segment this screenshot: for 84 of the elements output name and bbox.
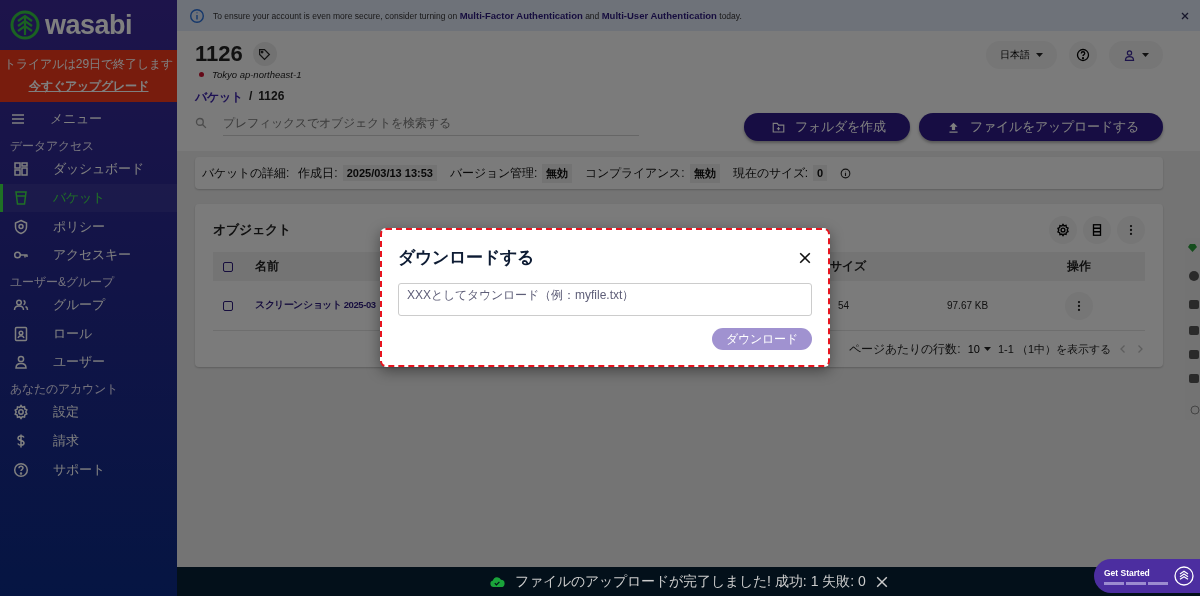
trial-message: トライアルは29日で終了します [3, 56, 174, 73]
detail-value: 無効 [542, 163, 573, 183]
column-header: 名前 [255, 258, 279, 275]
flag-icon [199, 72, 204, 77]
details-label: バケットの詳細: [202, 164, 290, 182]
sidebar-item[interactable]: ポリシー [0, 212, 177, 242]
upload-file-button[interactable]: ファイルをアップロードする [919, 113, 1163, 141]
sidebar-item[interactable]: サポート [0, 455, 177, 484]
person-icon [1123, 48, 1136, 62]
detail-label: 現在のサイズ: [732, 164, 808, 182]
sidebar-item[interactable]: ロール [0, 319, 177, 349]
table-cell-text: 97.67 KB [947, 300, 990, 311]
detail-label: 作成日: [298, 164, 338, 182]
detail-value: 0 [812, 165, 828, 181]
bucket-title: 1126 [195, 41, 243, 67]
sidebar-item[interactable]: 請求 [0, 426, 177, 456]
section-heading: データアクセス [9, 138, 95, 155]
caret-icon [983, 347, 991, 351]
breadcrumb-separator: / [249, 89, 253, 105]
help-button[interactable] [1069, 41, 1097, 69]
search-icon [195, 117, 207, 129]
shield-icon [13, 218, 29, 235]
id-badge-icon [13, 325, 29, 342]
upgrade-link[interactable]: 今すぐアップグレード [28, 78, 149, 95]
language-dropdown[interactable]: 日本語 [986, 41, 1057, 69]
get-started-button[interactable]: Get Started [1094, 559, 1200, 593]
create-folder-button[interactable]: フォルダを作成 [744, 113, 910, 141]
detail-label: コンプライアンス: [585, 164, 685, 182]
detail-label: バージョン管理: [449, 164, 538, 182]
caret-icon [1142, 53, 1149, 57]
account-menu[interactable] [1109, 41, 1163, 69]
breadcrumb-current: 1126 [258, 89, 285, 105]
mfa-link[interactable]: Multi-Factor Authentication [459, 10, 583, 21]
close-button[interactable] [798, 250, 812, 265]
dashboard-icon [13, 161, 29, 178]
detail-value: 無効 [689, 163, 720, 183]
column-header: サイズ [830, 258, 866, 275]
bucket-icon [13, 190, 29, 207]
page-range: 1-1 （1中）を表示する [997, 341, 1111, 357]
section-heading: あなたのアカウント [9, 380, 119, 398]
help-icon [13, 461, 29, 478]
dialog-title: ダウンロードする [398, 247, 534, 269]
sidebar-item[interactable]: ダッシュボード [0, 155, 177, 184]
column-header: 操作 [1067, 258, 1091, 275]
list-icon [1090, 223, 1104, 237]
section-heading: ユーザー&グループ [9, 273, 116, 291]
rows-per-page-dropdown[interactable]: 10 [965, 343, 993, 355]
upload-icon [947, 120, 960, 134]
progress-segments-icon [1104, 581, 1168, 585]
close-icon [799, 251, 811, 264]
select-all-checkbox[interactable] [223, 261, 233, 272]
menu-toggle[interactable]: メニュー [0, 104, 177, 134]
gear-icon [13, 404, 29, 421]
close-icon[interactable] [1180, 10, 1190, 21]
toast-message: ファイルのアップロードが完了しました! 成功: 1 失敗: 0 [515, 572, 866, 591]
card-title: オブジェクト [213, 221, 291, 239]
sidebar-item[interactable]: アクセスキー [0, 241, 177, 270]
sidebar-item[interactable]: グループ [0, 290, 177, 320]
columns-button[interactable] [1083, 216, 1111, 244]
tag-icon [258, 47, 272, 61]
mua-link[interactable]: Multi-User Authentication [601, 10, 717, 21]
info-icon[interactable] [840, 167, 852, 179]
person-icon [13, 354, 29, 371]
folder-plus-icon [772, 120, 785, 134]
detail-value: 2025/03/13 13:53 [342, 165, 437, 181]
info-icon [189, 7, 205, 24]
security-notice: To ensure your account is even more secure, consider turning on Multi-Factor Authentication and Multi-User Authentication today. [213, 10, 743, 21]
brand-name: wasabi [45, 9, 133, 41]
filename-input[interactable]: XXXとしてタウンロード（例：myfile.txt） [398, 283, 812, 316]
region-label: Tokyo ap-northeast-1 [212, 69, 302, 80]
rows-per-page-label: ページあたりの行数: [849, 340, 961, 358]
settings-button[interactable] [1049, 216, 1077, 244]
table-cell-text: 54 [837, 300, 851, 311]
gear-icon [1056, 223, 1070, 237]
breadcrumb-link[interactable]: バケット [195, 89, 243, 106]
help-icon [1076, 48, 1090, 62]
sidebar-item[interactable]: ユーザー [0, 348, 177, 377]
menu-icon [10, 111, 26, 127]
sidebar-item[interactable]: 設定 [0, 397, 177, 427]
wasabi-logo-icon [10, 10, 40, 40]
tag-button[interactable] [252, 42, 277, 66]
row-checkbox[interactable] [223, 300, 233, 311]
caret-icon [1036, 53, 1043, 57]
close-icon [875, 575, 888, 588]
